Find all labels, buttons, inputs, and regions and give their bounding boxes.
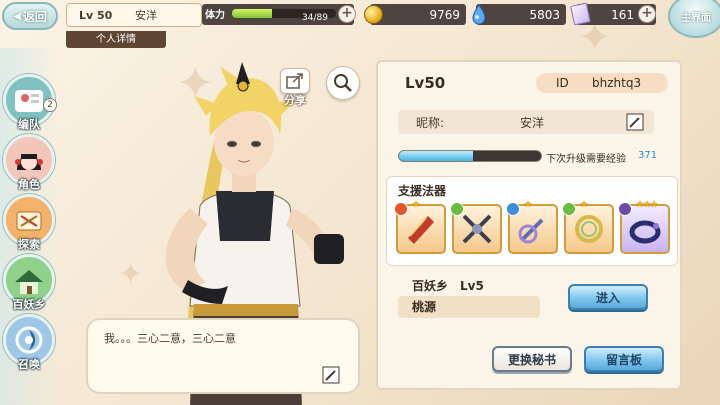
summon-icon xyxy=(15,326,43,354)
card-value: 161 xyxy=(611,8,634,22)
coin-icon xyxy=(364,5,383,24)
sidebar-item-label: 编队 xyxy=(18,118,40,131)
water-element-icon xyxy=(506,202,520,216)
star-rating: ★★★ xyxy=(636,200,658,210)
top-bar: ◀ 返回 Lv 50 安洋 体力 34/89 + 9769 5803 161 +… xyxy=(0,0,720,38)
support-item-scroll[interactable]: ★ xyxy=(394,200,446,254)
player-level: Lv 50 xyxy=(79,8,113,22)
wind-element-icon xyxy=(562,202,576,216)
change-secretary-button[interactable]: 更换秘书 xyxy=(492,346,572,372)
message-board-button[interactable]: 留言板 xyxy=(584,346,664,372)
wreath-icon xyxy=(575,215,603,243)
share-button[interactable]: 分享 xyxy=(280,68,312,107)
add-stamina-button[interactable]: + xyxy=(338,5,356,23)
wind-element-icon xyxy=(450,202,464,216)
search-icon xyxy=(334,74,352,92)
main-screen-label: 主界面 xyxy=(681,12,711,24)
team-icon xyxy=(15,90,43,112)
village-subtitle: 桃源 xyxy=(398,296,540,318)
support-item-sword[interactable]: ★ xyxy=(506,200,558,254)
share-icon xyxy=(286,73,303,89)
sidebar-item-label: 百妖乡 xyxy=(12,298,46,311)
exp-fill xyxy=(399,151,473,161)
support-item-bracelet[interactable]: ★★★ xyxy=(618,200,670,254)
back-button[interactable]: ◀ 返回 xyxy=(2,2,58,30)
jade-icon xyxy=(472,4,486,24)
share-label: 分享 xyxy=(284,94,306,107)
village-name: 百妖乡 xyxy=(412,279,449,293)
sidebar-item-team[interactable]: 2 编队 xyxy=(3,74,57,131)
back-label: 返回 xyxy=(22,9,47,24)
fire-element-icon xyxy=(394,202,408,216)
stamina-value: 34/89 xyxy=(302,13,328,23)
sidebar-item-label: 召唤 xyxy=(18,358,40,371)
explore-icon xyxy=(16,211,42,231)
village-info: 百妖乡 Lv5 xyxy=(412,277,484,294)
main-screen-button[interactable]: 主界面 xyxy=(668,0,720,38)
player-id: ID bhzhtq3 xyxy=(536,73,668,93)
support-title: 支援法器 xyxy=(398,184,447,198)
add-card-button[interactable]: + xyxy=(638,5,656,23)
nickname-label: 昵称: xyxy=(416,115,445,130)
sidebar-item-label: 探索 xyxy=(18,238,40,251)
sidebar-item-summon[interactable]: 召唤 xyxy=(3,314,57,371)
search-button[interactable] xyxy=(326,66,360,100)
sidebar-item-village[interactable]: 百妖乡 xyxy=(3,254,57,311)
sidebar-item-character[interactable]: 角色 xyxy=(3,134,57,191)
player-name: 安洋 xyxy=(135,9,157,22)
speech-text: 我。。。三心二意，三心二意 xyxy=(104,332,236,345)
team-count-badge: 2 xyxy=(43,98,57,112)
enter-village-button[interactable]: 进入 xyxy=(568,284,648,310)
nickname-row: 昵称: 安洋 xyxy=(398,110,654,134)
scroll-icon xyxy=(408,216,434,244)
support-item-wreath[interactable]: ★ xyxy=(562,200,614,254)
edit-speech-icon[interactable] xyxy=(322,366,340,384)
bracelet-icon xyxy=(629,220,661,244)
exp-progress-bar xyxy=(398,150,542,162)
nickname-value: 安洋 xyxy=(520,115,545,130)
stamina-label: 体力 xyxy=(205,10,225,21)
sidebar-item-explore[interactable]: 探索 xyxy=(3,194,57,251)
exp-value: 371 xyxy=(638,150,658,161)
edit-nickname-icon[interactable] xyxy=(626,113,644,131)
tab-profile-details[interactable]: 个人详情 xyxy=(66,31,166,48)
sword-icon xyxy=(518,218,544,244)
village-level: Lv5 xyxy=(460,279,484,293)
coin-value: 9769 xyxy=(429,8,460,22)
sidebar-item-label: 角色 xyxy=(18,178,40,191)
jade-value: 5803 xyxy=(529,8,560,22)
support-item-crossbow[interactable] xyxy=(450,202,502,254)
dark-element-icon xyxy=(618,202,632,216)
back-arrow-icon: ◀ xyxy=(13,10,21,22)
player-info: Lv 50 安洋 xyxy=(66,3,202,27)
star-rating: ★ xyxy=(412,200,420,210)
profile-level: Lv50 xyxy=(405,74,446,92)
exp-label: 下次升级需要经验 xyxy=(546,154,626,165)
id-label: ID xyxy=(556,76,569,90)
speech-bubble: 我。。。三心二意，三心二意 xyxy=(86,318,360,394)
stamina-fill xyxy=(232,9,272,18)
crossbow-icon xyxy=(462,214,492,244)
character-icon xyxy=(15,154,43,170)
village-icon xyxy=(15,270,43,294)
id-value: bhzhtq3 xyxy=(592,76,642,90)
star-rating: ★ xyxy=(524,200,532,210)
star-rating: ★ xyxy=(580,200,588,210)
